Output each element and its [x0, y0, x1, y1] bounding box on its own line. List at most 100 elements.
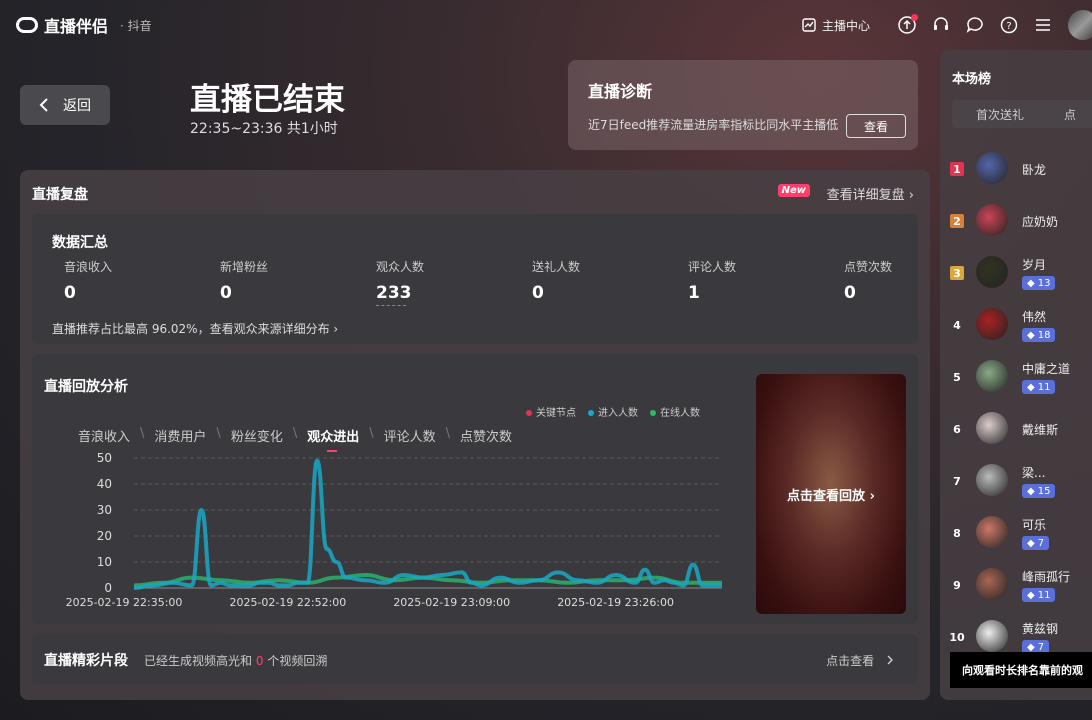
ranking-row[interactable]: 5 中庸之道 ◆ 11 — [940, 352, 1092, 404]
stat-likes: 点赞次数 0 — [844, 260, 893, 303]
y-tick-label: 20 — [97, 529, 112, 543]
ranking-row[interactable]: 1 卧龙 — [940, 144, 1092, 196]
rank-number: 1 — [950, 162, 964, 176]
highlights-title: 直播精彩片段 — [44, 653, 128, 669]
source-distribution-link[interactable]: 直播推荐占比最高 96.02%，查看观众来源详细分布 › — [52, 320, 338, 337]
ranking-row[interactable]: 3 岁月 ◆ 13 — [940, 248, 1092, 300]
rank-number: 6 — [953, 422, 961, 436]
rank-name: 可乐 — [1022, 518, 1047, 532]
rank-number: 3 — [950, 266, 964, 280]
stat-new-fans: 新增粉丝 0 — [220, 260, 269, 303]
svg-text:?: ? — [1006, 21, 1011, 32]
rank-number: 4 — [953, 318, 961, 332]
diagnosis-desc: 近7日feed推荐流量进房率指标比同水平主播低 — [588, 118, 839, 132]
diamond-icon: ◆ — [1027, 537, 1035, 549]
menu-button[interactable] — [1026, 8, 1060, 42]
app-logo: 直播伴侣 · 抖音 — [16, 13, 152, 37]
menu-icon — [1036, 19, 1050, 31]
rank-number: 5 — [953, 370, 961, 384]
diamond-icon: ◆ — [1027, 485, 1035, 497]
avatar — [976, 152, 1008, 184]
fan-level-badge: ◆ 7 — [1022, 536, 1050, 550]
ranking-tabs: 首次送礼 点 — [952, 100, 1092, 128]
highlights-bar: 直播精彩片段 已经生成视频高光和 0 个视频回溯 点击查看 — [32, 634, 918, 684]
rank-number: 2 — [950, 214, 964, 228]
back-label: 返回 — [63, 98, 91, 114]
anchor-center-label: 主播中心 — [821, 18, 870, 33]
fan-level-badge: ◆ 11 — [1022, 588, 1056, 602]
upload-button[interactable] — [890, 8, 924, 42]
rank-name: 中庸之道 — [1022, 362, 1071, 376]
fan-level-badge: ◆ 11 — [1022, 380, 1056, 394]
y-tick-label: 50 — [97, 451, 112, 465]
rank-name: 梁... — [1022, 466, 1046, 480]
messages-button[interactable] — [958, 8, 992, 42]
diamond-icon: ◆ — [1027, 329, 1035, 341]
highlights-view-link[interactable]: 点击查看 — [826, 652, 894, 669]
stat-viewers[interactable]: 观众人数 233 — [376, 258, 424, 306]
fan-level-badge: ◆ 13 — [1022, 276, 1056, 290]
avatar — [976, 204, 1008, 236]
rank-number: 9 — [953, 578, 961, 592]
live-duration: 22:35~23:36 共1小时 — [190, 121, 338, 137]
rank-name: 黄兹钢 — [1022, 622, 1059, 636]
series-enter-line — [133, 458, 722, 590]
logo-icon — [16, 17, 38, 33]
diamond-icon: ◆ — [1027, 381, 1035, 393]
replay-card: 直播复盘 New 查看详细复盘 › 数据汇总 音浪收入 0 新增粉丝 0 观众人… — [20, 170, 930, 700]
notification-dot — [911, 14, 918, 21]
fan-level-badge: ◆ 18 — [1022, 328, 1056, 342]
highlights-desc: 已经生成视频高光和 0 个视频回溯 — [144, 654, 328, 668]
ranking-panel: 本场榜 首次送礼 点 1 卧龙 2 应奶奶 3 岁月 ◆ 13 4 伟然 ◆ 18 5 中庸之道 ◆ 11 6 戴… — [940, 50, 1092, 700]
avatar — [976, 412, 1008, 444]
y-tick-label: 40 — [97, 477, 112, 491]
avatar — [976, 308, 1008, 340]
ranking-row[interactable]: 4 伟然 ◆ 18 — [940, 300, 1092, 352]
diamond-icon: ◆ — [1027, 589, 1035, 601]
ranking-tooltip: 向观看时长排名靠前的观 — [950, 652, 1092, 688]
rank-name: 岁月 — [1022, 258, 1047, 272]
help-button[interactable]: ? — [992, 8, 1026, 42]
stat-income: 音浪收入 0 — [64, 260, 113, 303]
anchor-center-link[interactable]: 主播中心 — [802, 17, 870, 34]
playback-button[interactable]: 点击查看回放 › — [756, 374, 906, 614]
viewers-chart[interactable]: 0 10 20 30 40 50 2025-02-19 22:35:00 2025-02-19… — [32, 354, 752, 624]
x-tick-label: 2025-02-19 22:35:00 — [66, 596, 183, 609]
tab-first-gift[interactable]: 首次送礼 — [976, 106, 1024, 123]
user-avatar[interactable] — [1068, 10, 1092, 40]
support-button[interactable] — [924, 8, 958, 42]
app-platform: · 抖音 — [120, 18, 152, 33]
x-tick-label: 2025-02-19 23:26:00 — [557, 596, 674, 609]
avatar — [976, 516, 1008, 548]
new-badge: New — [777, 184, 810, 197]
ranking-row[interactable]: 2 应奶奶 — [940, 196, 1092, 248]
tab-likes-rank[interactable]: 点 — [1064, 106, 1076, 123]
diamond-icon: ◆ — [1027, 641, 1035, 653]
rank-name: 峰雨孤行 — [1022, 570, 1071, 584]
ranking-row[interactable]: 9 峰雨孤行 ◆ 11 — [940, 560, 1092, 612]
stat-gifters: 送礼人数 0 — [532, 260, 581, 303]
ranking-row[interactable]: 8 可乐 ◆ 7 — [940, 508, 1092, 560]
y-tick-label: 0 — [104, 581, 112, 595]
chart-box-icon — [802, 18, 816, 32]
y-tick-label: 30 — [97, 503, 112, 517]
rank-name: 卧龙 — [1022, 163, 1047, 177]
replay-title: 直播复盘 — [32, 187, 88, 203]
avatar — [976, 620, 1008, 652]
playback-label: 点击查看回放 › — [787, 488, 875, 504]
top-actions: 主播中心 ? — [802, 0, 1092, 50]
diagnosis-title: 直播诊断 — [588, 82, 653, 101]
x-tick-label: 2025-02-19 22:52:00 — [229, 596, 346, 609]
diamond-icon: ◆ — [1027, 277, 1035, 289]
avatar — [976, 256, 1008, 288]
back-button[interactable]: 返回 — [20, 85, 110, 125]
chevron-left-icon — [39, 98, 48, 112]
detail-replay-link[interactable]: 查看详细复盘 › — [827, 184, 914, 203]
avatar — [976, 464, 1008, 496]
rank-name: 伟然 — [1022, 310, 1047, 324]
headset-icon — [934, 17, 948, 30]
diagnosis-view-button[interactable]: 查看 — [846, 114, 906, 138]
ranking-row[interactable]: 7 梁... ◆ 15 — [940, 456, 1092, 508]
ranking-row[interactable]: 6 戴维斯 — [940, 404, 1092, 456]
rank-number: 8 — [953, 526, 961, 540]
